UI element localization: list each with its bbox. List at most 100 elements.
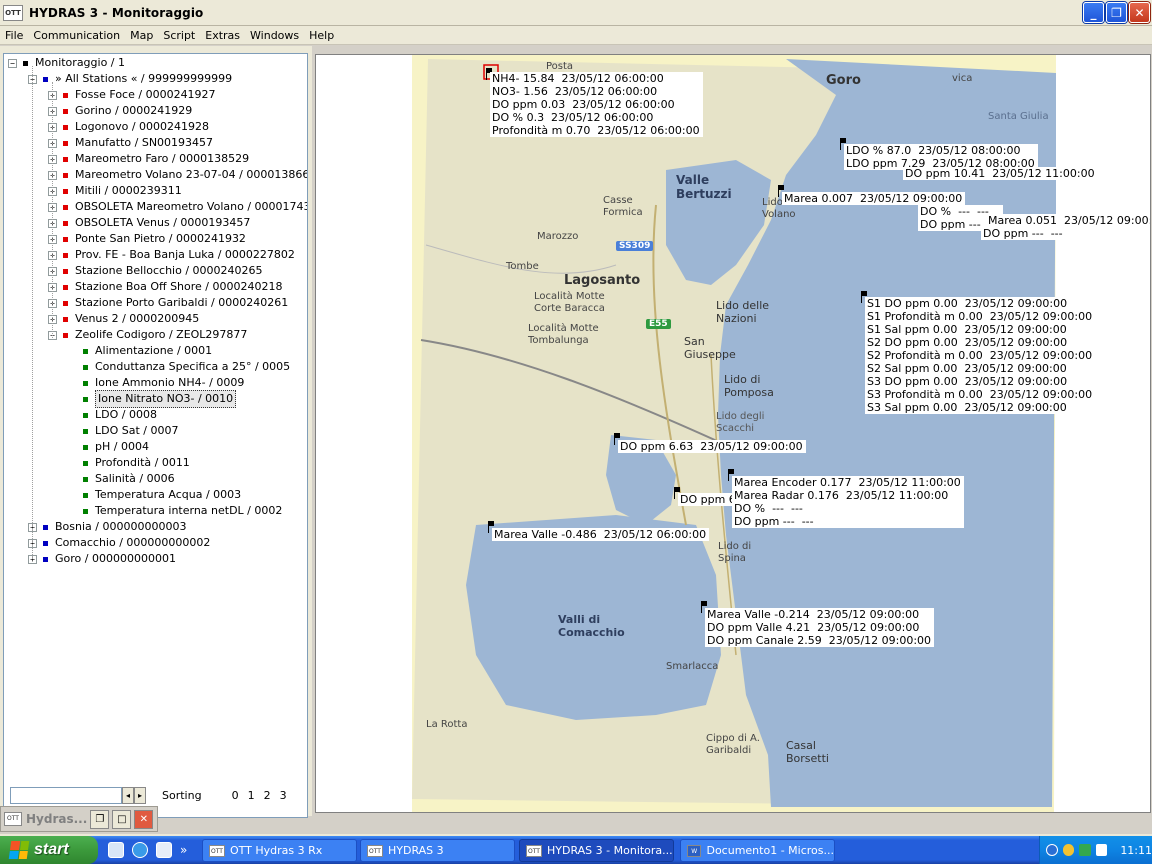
status-square-icon (83, 364, 88, 370)
tree-item-station[interactable]: + Logonovo / 0000241928 (48, 119, 209, 135)
sort-option-0[interactable]: 0 (232, 789, 239, 802)
minimize-button[interactable]: _ (1083, 2, 1104, 23)
tree-item-sensor[interactable]: Profondità / 0011 (68, 455, 190, 471)
clock[interactable]: 11:11 (1120, 844, 1152, 857)
tree-item-station[interactable]: + Mareometro Volano 23-07-04 / 0000138660 (48, 167, 307, 183)
task-hydras3[interactable]: OTT HYDRAS 3 (360, 839, 515, 862)
tree-item-station[interactable]: − Zeolife Codigoro / ZEOL297877 (48, 327, 247, 343)
tree-guide-line (32, 66, 33, 559)
status-square-icon (83, 348, 88, 354)
tree-item-station[interactable]: + Stazione Porto Garibaldi / 0000240261 (48, 295, 288, 311)
place-san-giuseppe: San Giuseppe (684, 335, 736, 361)
tree-item-all-stations[interactable]: −» All Stations « / 999999999999 (28, 71, 232, 87)
shield-icon[interactable] (1062, 844, 1075, 856)
start-label: start (34, 841, 69, 858)
tree-item-group[interactable]: + Goro / 000000000001 (28, 551, 176, 567)
collapse-icon[interactable]: − (8, 58, 17, 68)
tree-item-sensor[interactable]: LDO Sat / 0007 (68, 423, 178, 439)
tree-item-group[interactable]: + Bosnia / 000000000003 (28, 519, 186, 535)
minimized-child-window[interactable]: OTT Hydras... ❐ □ ✕ (0, 806, 158, 832)
tree-item-station[interactable]: + OBSOLETA Mareometro Volano / 0000174378 (48, 199, 307, 215)
status-square-icon (63, 204, 68, 210)
tree-item-sensor[interactable]: Temperatura interna netDL / 0002 (68, 503, 282, 519)
show-desktop-icon[interactable] (156, 842, 172, 858)
task-documento1[interactable]: W Documento1 - Micros... (680, 839, 835, 862)
menu-script[interactable]: Script (158, 29, 200, 42)
sort-option-3[interactable]: 3 (280, 789, 287, 802)
reading: S3 Profondità m 0.00 23/05/12 09:00:00 (867, 388, 1093, 401)
tree-item-label: Prov. FE - Boa Banja Luka / 0000227802 (75, 248, 295, 261)
tree-item-label: Alimentazione / 0001 (95, 344, 213, 357)
app-window: OTT HYDRAS 3 - Monitoraggio _ ❐ ✕ File C… (0, 0, 1152, 864)
place-lido-spina: Lido di Spina (718, 541, 752, 564)
tree-item-sensor[interactable]: Conduttanza Specifica a 25° / 0005 (68, 359, 290, 375)
tree-item-station[interactable]: + Mareometro Faro / 0000138529 (48, 151, 249, 167)
close-button[interactable]: ✕ (1129, 2, 1150, 23)
status-square-icon (63, 236, 68, 242)
network-icon[interactable] (1046, 844, 1058, 856)
spin-left-button[interactable]: ◂ (122, 786, 134, 804)
sort-option-1[interactable]: 1 (248, 789, 255, 802)
tree-item-station[interactable]: + Stazione Bellocchio / 0000240265 (48, 263, 263, 279)
sort-option-2[interactable]: 2 (264, 789, 271, 802)
tree-item-station[interactable]: + Fosse Foce / 0000241927 (48, 87, 216, 103)
tree-item-station[interactable]: + OBSOLETA Venus / 0000193457 (48, 215, 250, 231)
reading: NH4- 15.84 23/05/12 06:00:00 (492, 72, 664, 85)
status-square-icon (43, 540, 48, 546)
close-child-button[interactable]: ✕ (134, 809, 154, 829)
sorting-input[interactable] (10, 786, 122, 804)
tree-item-label: Temperatura interna netDL / 0002 (95, 504, 283, 517)
menu-communication[interactable]: Communication (28, 29, 125, 42)
status-square-icon (63, 188, 68, 194)
menu-help[interactable]: Help (304, 29, 339, 42)
task-hydras3-monitoraggio[interactable]: OTT HYDRAS 3 - Monitora... (519, 839, 674, 862)
internet-explorer-icon[interactable] (132, 842, 148, 858)
station-label-marea-007: Marea 0.007 23/05/12 09:00:00 (782, 192, 966, 205)
ott-logo-icon: OTT (4, 812, 22, 826)
tree-item-sensor[interactable]: LDO / 0008 (68, 407, 157, 423)
menu-map[interactable]: Map (125, 29, 158, 42)
tree-item-station[interactable]: + Prov. FE - Boa Banja Luka / 0000227802 (48, 247, 295, 263)
tree-item-station[interactable]: + Venus 2 / 0000200945 (48, 311, 199, 327)
place-lido-nazioni: Lido delle Nazioni (716, 299, 770, 325)
tree-item-station[interactable]: + Stazione Boa Off Shore / 0000240218 (48, 279, 283, 295)
map-panel[interactable]: Goro vica Santa Giulia Posta Casse Formi… (315, 54, 1151, 813)
maximize-child-button[interactable]: □ (112, 809, 132, 829)
menu-extras[interactable]: Extras (200, 29, 245, 42)
restore-button[interactable]: ❐ (1106, 2, 1127, 23)
place-la-rotta: La Rotta (426, 719, 468, 730)
menu-windows[interactable]: Windows (245, 29, 304, 42)
status-square-icon (63, 268, 68, 274)
tree-item-station[interactable]: + Mitili / 0000239311 (48, 183, 182, 199)
tree-item-root[interactable]: − Monitoraggio / 1 (8, 55, 125, 71)
status-square-icon (43, 556, 48, 562)
tree-item-station[interactable]: + Manufatto / SN00193457 (48, 135, 213, 151)
menu-file[interactable]: File (0, 29, 28, 42)
volume-icon[interactable] (1095, 844, 1108, 856)
tree-item-sensor[interactable]: Salinità / 0006 (68, 471, 175, 487)
tree-item-sensor[interactable]: Alimentazione / 0001 (68, 343, 212, 359)
task-hydras-rx[interactable]: OTT OTT Hydras 3 Rx (202, 839, 357, 862)
spin-right-button[interactable]: ▸ (134, 786, 146, 804)
word-icon: W (687, 844, 702, 857)
tree-item-sensor[interactable]: Ione Nitrato NO3- / 0010 (68, 390, 237, 408)
chevron-right-icon[interactable]: » (180, 843, 187, 857)
tree-item-sensor[interactable]: Ione Ammonio NH4- / 0009 (68, 375, 244, 391)
tree-item-station[interactable]: + Ponte San Pietro / 0000241932 (48, 231, 246, 247)
status-square-icon (83, 476, 88, 482)
title-bar[interactable]: OTT HYDRAS 3 - Monitoraggio _ ❐ ✕ (0, 0, 1152, 26)
tree-item-group[interactable]: + Comacchio / 000000000002 (28, 535, 210, 551)
explorer-icon[interactable] (108, 842, 124, 858)
tree-item-station[interactable]: + Gorino / 0000241929 (48, 103, 192, 119)
restore-child-button[interactable]: ❐ (90, 809, 110, 829)
status-square-icon (63, 124, 68, 130)
tree-item-sensor[interactable]: Temperatura Acqua / 0003 (68, 487, 241, 503)
antivirus-icon[interactable] (1079, 844, 1091, 856)
station-tree[interactable]: − Monitoraggio / 1 −» All Stations « / 999… (3, 53, 308, 818)
road-sign-e55: E55 (646, 319, 671, 329)
start-button[interactable]: start (0, 836, 98, 864)
tree-item-sensor[interactable]: pH / 0004 (68, 439, 149, 455)
